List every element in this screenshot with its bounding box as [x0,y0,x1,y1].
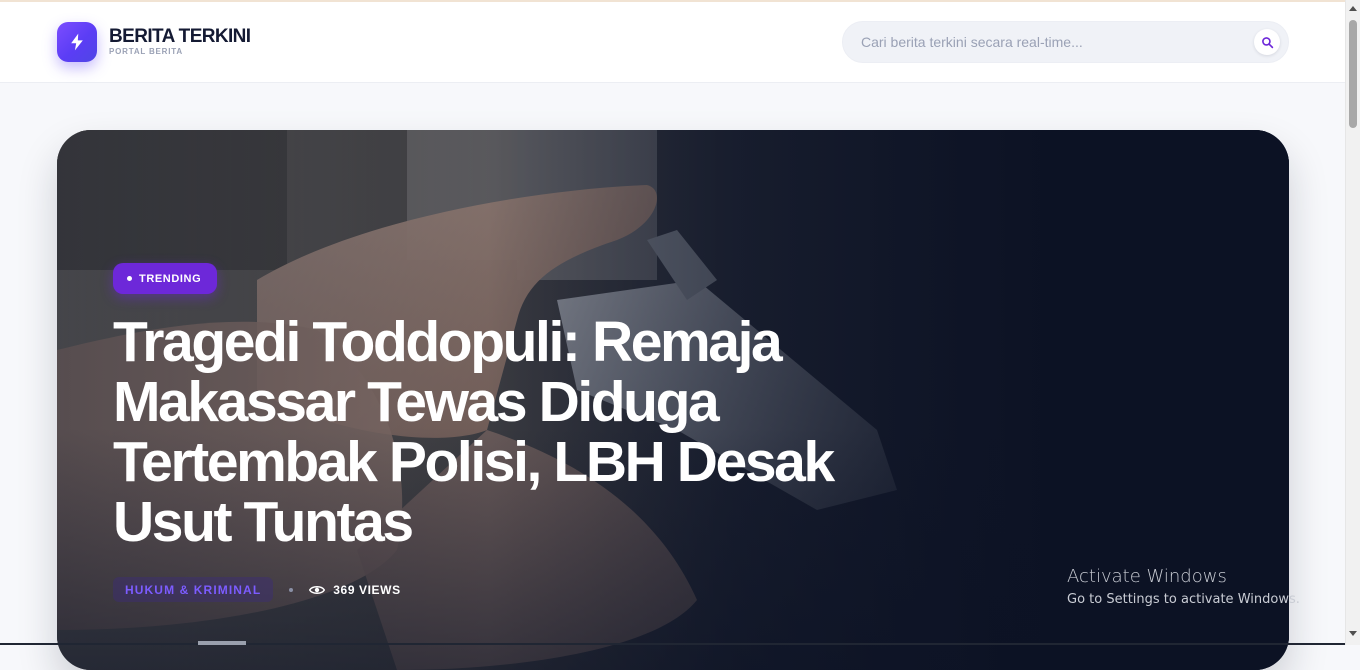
search-icon [1261,36,1273,48]
trending-badge[interactable]: TRENDING [113,263,218,294]
view-count-label: 369 VIEWS [333,582,401,597]
badge-dot-icon [127,276,132,281]
lightning-bolt-icon [71,33,83,51]
meta-separator-dot [289,587,294,592]
taskbar-indicator [198,641,246,645]
article-headline[interactable]: Tragedi Toddopuli: Remaja Makassar Tewas… [113,312,933,552]
search-input[interactable] [861,22,1241,62]
logo[interactable] [57,22,97,62]
brand-subtitle: PORTAL BERITA [109,47,183,56]
page-scrollbar[interactable] [1345,0,1360,645]
scroll-thumb[interactable] [1349,20,1357,128]
view-count: 369 VIEWS [309,583,400,597]
brand-title[interactable]: BERITA TERKINI [109,26,251,48]
search-button[interactable] [1254,29,1280,55]
site-header: BERITA TERKINI PORTAL BERITA [0,2,1345,83]
activate-windows-title: Activate Windows [1067,566,1227,587]
trending-label: TRENDING [139,272,202,285]
article-meta: HUKUM & KRIMINAL 369 VIEWS [113,577,401,602]
scroll-up-arrow-icon[interactable] [1349,6,1357,11]
search-bar [842,21,1289,63]
category-tag[interactable]: HUKUM & KRIMINAL [113,577,274,602]
scroll-down-arrow-icon[interactable] [1349,631,1357,636]
eye-icon [309,585,326,594]
hero-featured-article[interactable]: TRENDING Tragedi Toddopuli: Remaja Makas… [57,130,1289,670]
activate-windows-subtitle: Go to Settings to activate Windows. [1067,592,1300,607]
